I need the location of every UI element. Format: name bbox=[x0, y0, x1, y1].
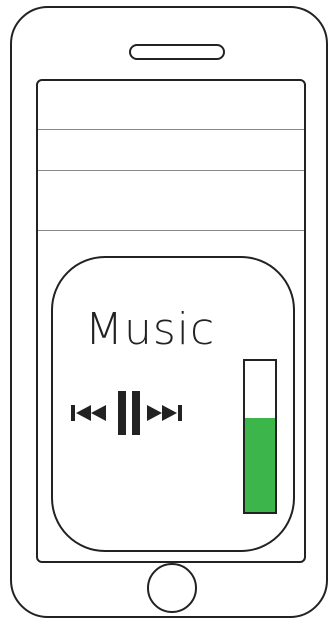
phone-screen: Music bbox=[36, 79, 306, 563]
list-divider bbox=[38, 129, 304, 130]
music-title: Music bbox=[85, 304, 216, 355]
home-button[interactable] bbox=[147, 563, 197, 613]
volume-slider[interactable] bbox=[243, 359, 277, 514]
skip-previous-icon bbox=[71, 405, 106, 421]
pause-icon bbox=[118, 391, 140, 435]
next-button[interactable] bbox=[147, 398, 189, 432]
phone-frame: Music bbox=[10, 6, 328, 618]
volume-level-fill bbox=[245, 418, 275, 512]
skip-next-icon bbox=[147, 405, 182, 421]
speaker-slot bbox=[129, 44, 225, 60]
music-widget: Music bbox=[51, 256, 295, 552]
previous-button[interactable] bbox=[71, 398, 113, 432]
pause-button[interactable] bbox=[117, 391, 143, 439]
list-divider bbox=[38, 230, 304, 231]
list-divider bbox=[38, 170, 304, 171]
